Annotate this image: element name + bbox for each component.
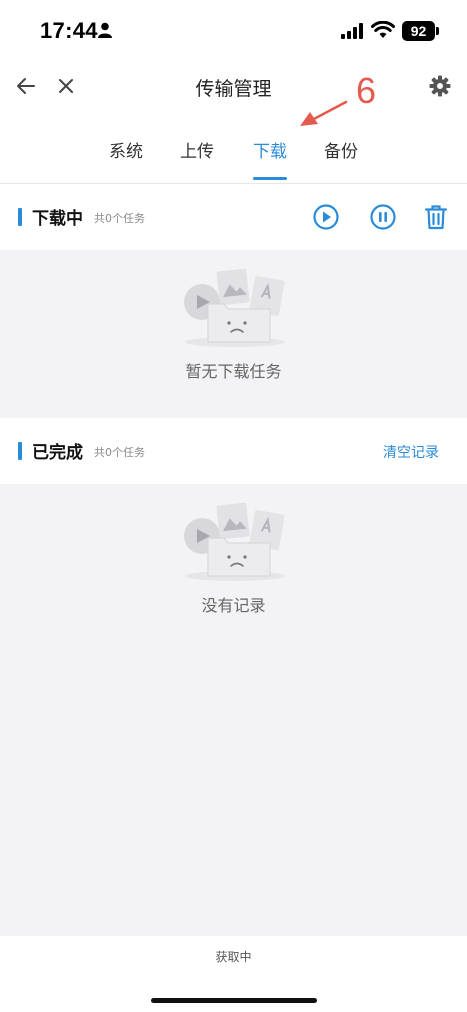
clear-records-button[interactable]: 清空记录: [383, 442, 439, 462]
tab-bar: 系统 上传 下载 备份: [0, 137, 467, 180]
downloading-count: 共0个任务: [94, 212, 145, 225]
downloading-title: 下载中: [32, 209, 83, 229]
downloading-empty-text: 暂无下载任务: [185, 362, 282, 381]
person-icon: [98, 22, 112, 42]
play-all-button[interactable]: [312, 203, 340, 231]
delete-all-button[interactable]: [422, 203, 450, 231]
completed-empty-text: 没有记录: [201, 596, 266, 615]
completed-title: 已完成: [32, 443, 83, 463]
page-title: 传输管理: [195, 78, 272, 100]
bottom-bar: 获取中: [0, 936, 467, 1012]
annotation-number: 6: [356, 70, 377, 111]
downloading-empty-state: 暂无下载任务: [0, 250, 467, 418]
section-marker: [18, 442, 22, 460]
home-indicator[interactable]: [151, 998, 317, 1003]
header: 传输管理 6 系统 上传 下载 备份: [0, 62, 467, 184]
signal-icon: [341, 23, 365, 43]
completed-count: 共0个任务: [94, 446, 145, 459]
tab-backup[interactable]: 备份: [311, 137, 371, 162]
tab-upload[interactable]: 上传: [167, 137, 227, 162]
wifi-icon: [371, 20, 395, 43]
tab-system[interactable]: 系统: [96, 137, 156, 162]
annotation-arrow-icon: [300, 100, 348, 126]
settings-button[interactable]: [422, 68, 458, 104]
empty-folder-icon: [184, 268, 285, 347]
gear-icon: [429, 75, 451, 97]
status-time: 17:44: [40, 18, 98, 43]
tab-download[interactable]: 下载: [240, 137, 300, 162]
section-marker: [18, 208, 22, 226]
status-bar: 17:44 92: [0, 0, 467, 62]
loading-text: 获取中: [215, 950, 252, 964]
completed-empty-state: 没有记录: [0, 484, 467, 634]
battery-nub: [436, 27, 439, 35]
battery-indicator: 92: [402, 21, 435, 41]
completed-header: 已完成 共0个任务 清空记录: [0, 418, 467, 484]
downloading-header: 下载中 共0个任务: [0, 184, 467, 250]
empty-folder-icon: [184, 502, 285, 581]
tab-active-indicator: [253, 177, 287, 180]
pause-all-button[interactable]: [369, 203, 397, 231]
